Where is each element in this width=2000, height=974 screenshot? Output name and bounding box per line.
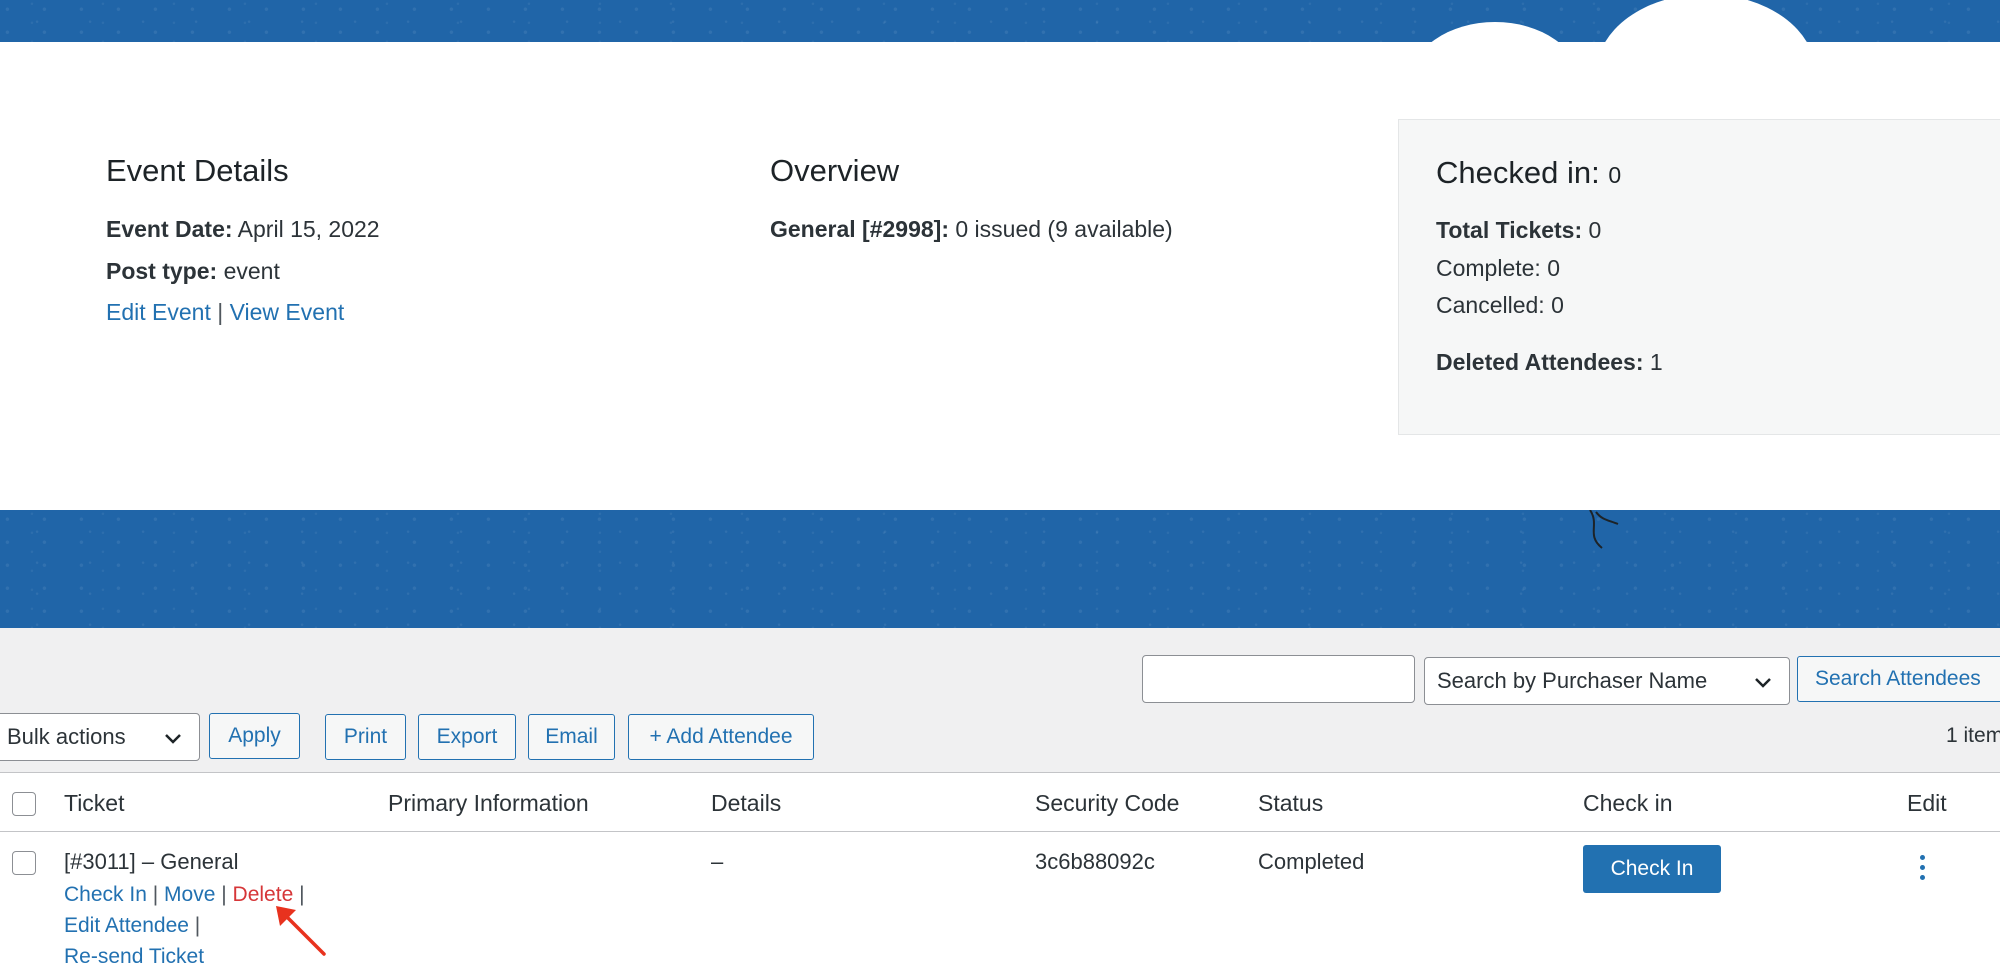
annotation-arrow-icon	[276, 906, 326, 956]
event-date-value: April 15, 2022	[237, 216, 380, 242]
post-type-value: event	[223, 258, 280, 284]
check-in-link[interactable]: Check In	[64, 883, 147, 906]
deleted-attendees-value: 1	[1649, 349, 1663, 375]
total-tickets-value: 0	[1588, 217, 1602, 243]
row-actions-line-1: Check In | Move | Delete |	[64, 883, 305, 907]
row-actions-line-2: Edit Attendee |	[64, 914, 200, 938]
complete-count: Complete: 0	[1436, 255, 1561, 281]
column-header-details: Details	[711, 790, 782, 816]
action-separator: |	[194, 914, 201, 937]
row-checkbox[interactable]	[12, 851, 36, 875]
action-separator: |	[152, 883, 159, 906]
checked-in-value: 0	[1608, 162, 1622, 188]
event-date-label: Event Date:	[106, 216, 233, 242]
header-banner-bottom	[0, 510, 2000, 628]
column-header-status[interactable]: Status	[1258, 790, 1323, 817]
cloud-shape	[1596, 0, 1816, 42]
post-type-line: Post type: event	[106, 258, 280, 285]
security-code-cell: 3c6b88092c	[1035, 849, 1155, 874]
edit-attendee-link[interactable]: Edit Attendee	[64, 914, 189, 937]
check-in-button[interactable]: Check In	[1583, 845, 1721, 893]
status-cell: Completed	[1258, 849, 1365, 874]
overview-ticket-line: General [#2998]: 0 issued (9 available)	[770, 216, 1173, 243]
table-top-border	[0, 772, 2000, 773]
search-attendees-button[interactable]: Search Attendees	[1797, 656, 2000, 702]
checked-in-heading: Checked in: 0	[1436, 155, 1621, 191]
bulk-actions-value: Bulk actions	[7, 724, 126, 749]
print-button[interactable]: Print	[325, 714, 406, 760]
search-by-select[interactable]: Search by Purchaser Name	[1424, 657, 1790, 705]
event-date-line: Event Date: April 15, 2022	[106, 216, 380, 243]
move-link[interactable]: Move	[164, 883, 215, 906]
overview-ticket-label: General [#2998]:	[770, 216, 949, 242]
column-header-ticket[interactable]: Ticket	[64, 790, 125, 817]
deleted-attendees-label: Deleted Attendees:	[1436, 349, 1644, 375]
overview-heading: Overview	[770, 153, 900, 188]
chevron-down-icon	[1755, 678, 1771, 688]
column-header-primary-info: Primary Information	[388, 790, 589, 816]
email-button[interactable]: Email	[528, 714, 615, 760]
event-links: Edit Event | View Event	[106, 299, 344, 326]
column-header-edit: Edit	[1907, 790, 1947, 816]
bulk-actions-select[interactable]: Bulk actions	[0, 713, 200, 761]
attendee-search-input[interactable]	[1142, 655, 1415, 703]
search-by-value: Search by Purchaser Name	[1437, 668, 1708, 693]
items-count: 1 item	[1946, 724, 2000, 747]
export-button[interactable]: Export	[418, 714, 516, 760]
edit-event-link[interactable]: Edit Event	[106, 299, 211, 325]
add-attendee-button[interactable]: + Add Attendee	[628, 714, 814, 760]
link-separator: |	[217, 299, 224, 325]
view-event-link[interactable]: View Event	[230, 299, 345, 325]
chevron-down-icon	[165, 734, 181, 744]
details-cell: –	[711, 849, 724, 874]
more-actions-icon[interactable]	[1910, 852, 1934, 888]
column-header-check-in: Check in	[1583, 790, 1673, 816]
row-actions-line-3: Re-send Ticket	[64, 945, 204, 969]
table-header-border	[0, 831, 2000, 832]
checked-in-label: Checked in:	[1436, 155, 1600, 190]
resend-ticket-link[interactable]: Re-send Ticket	[64, 945, 204, 968]
ticket-cell: [#3011] – General	[64, 849, 239, 874]
apply-button[interactable]: Apply	[209, 713, 300, 759]
decorative-doodle	[1589, 510, 1619, 549]
header-banner-top	[0, 0, 2000, 42]
column-header-security-code: Security Code	[1035, 790, 1180, 816]
total-tickets-line: Total Tickets: 0	[1436, 217, 1601, 244]
cloud-shape	[1410, 22, 1580, 42]
event-details-heading: Event Details	[106, 153, 289, 188]
deleted-attendees-line: Deleted Attendees: 1	[1436, 349, 1663, 376]
cancelled-count: Cancelled: 0	[1436, 292, 1564, 318]
select-all-checkbox[interactable]	[12, 792, 36, 816]
action-separator: |	[221, 883, 227, 906]
post-type-label: Post type:	[106, 258, 218, 284]
total-tickets-label: Total Tickets:	[1436, 217, 1583, 243]
overview-ticket-value: 0 issued (9 available)	[955, 216, 1173, 242]
